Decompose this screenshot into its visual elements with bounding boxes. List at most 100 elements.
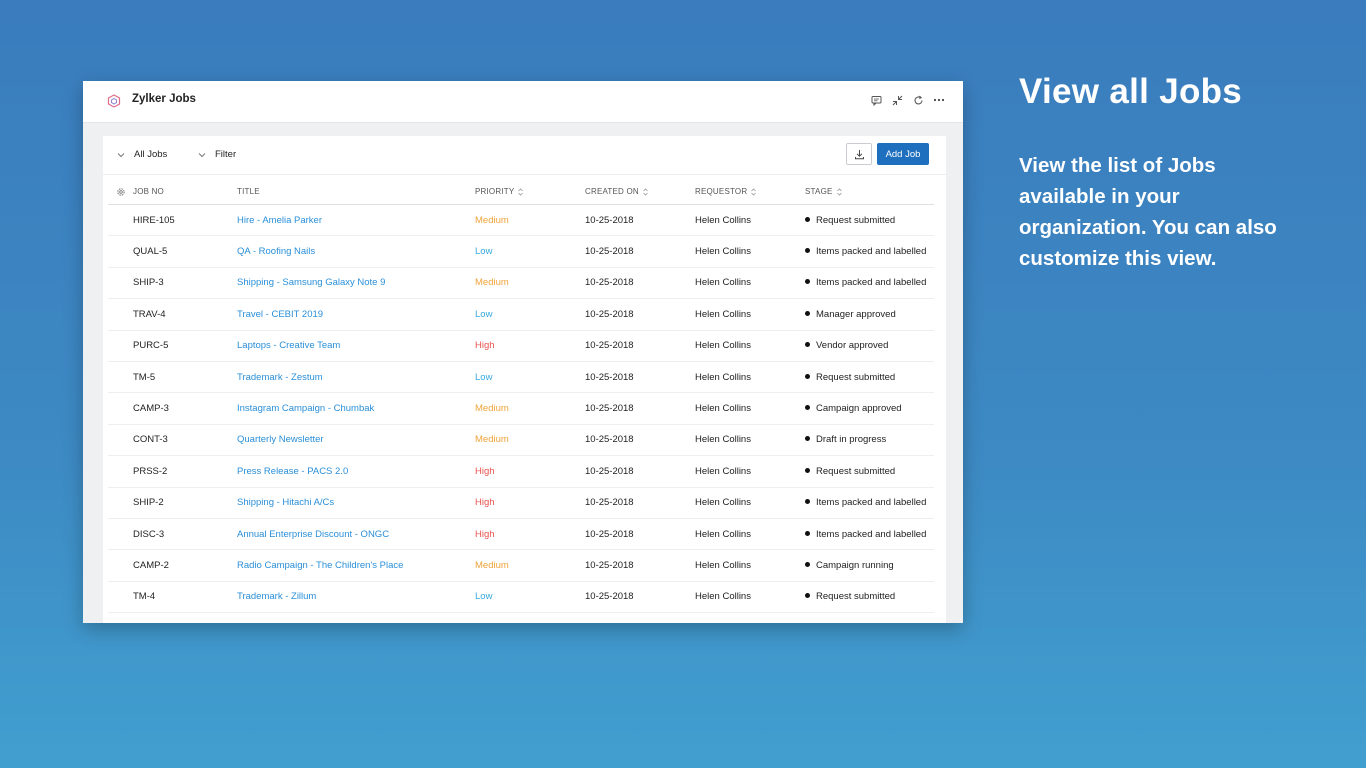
job-title-link[interactable]: Shipping - Hitachi A/Cs (237, 487, 475, 519)
stage-dot-icon (805, 467, 810, 473)
view-dropdown[interactable]: All Jobs (117, 149, 167, 160)
requestor-cell: Helen Collins (695, 581, 805, 614)
stage-cell: Campaign approved (805, 392, 934, 425)
job-title-link[interactable]: Quarterly Newsletter (237, 424, 475, 457)
table-row[interactable]: TM-5 Trademark - Zestum Low 10-25-2018 Helen… (108, 361, 934, 394)
priority-cell: High (475, 518, 585, 551)
header-requestor[interactable]: REQUESTOR (695, 179, 805, 205)
stage-label: Items packed and labelled (816, 497, 927, 509)
job-no-cell: CONT-3 (133, 424, 237, 457)
job-title-link[interactable]: Travel - CEBIT 2019 (237, 298, 475, 331)
download-button[interactable] (846, 143, 872, 165)
header-title[interactable]: TITLE (237, 179, 475, 205)
requestor-cell: Helen Collins (695, 361, 805, 394)
row-spacer (108, 330, 133, 362)
header-requestor-label: REQUESTOR (695, 187, 748, 196)
stage-label: Vendor approved (816, 340, 889, 352)
table-row[interactable]: CAMP-3 Instagram Campaign - Chumbak Medium… (108, 392, 934, 425)
stage-label: Request submitted (816, 591, 896, 603)
job-title-link[interactable]: Radio Campaign - The Children's Place (237, 549, 475, 582)
stage-cell: Request submitted (805, 361, 934, 394)
requestor-cell: Helen Collins (695, 235, 805, 268)
jobs-toolbar: All Jobs Filter Add Job (103, 136, 946, 175)
table-row[interactable]: SHIP-2 Shipping - Hitachi A/Cs High 10-25-2… (108, 487, 934, 519)
job-title-link[interactable]: Annual Enterprise Discount - ONGC (237, 518, 475, 551)
table-row[interactable]: DISC-3 Annual Enterprise Discount - ONGC H… (108, 518, 934, 551)
header-created-on[interactable]: CREATED ON (585, 179, 695, 205)
job-no-cell: PRSS-2 (133, 455, 237, 488)
stage-cell: Vendor approved (805, 330, 934, 362)
comment-icon[interactable] (870, 94, 882, 106)
job-title-link[interactable]: Instagram Campaign - Chumbak (237, 392, 475, 425)
priority-cell: Low (475, 361, 585, 394)
stage-dot-icon (805, 248, 810, 254)
stage-cell: Items packed and labelled (805, 518, 934, 551)
table-row[interactable]: TRAV-4 Travel - CEBIT 2019 Low 10-25-2018 He… (108, 298, 934, 331)
add-job-button[interactable]: Add Job (877, 143, 929, 165)
stage-dot-icon (805, 279, 810, 285)
job-title-link[interactable]: Trademark - Zillum (237, 581, 475, 614)
row-spacer (108, 424, 133, 457)
stage-dot-icon (805, 436, 810, 442)
stage-cell: Items packed and labelled (805, 267, 934, 300)
created-on-cell: 10-25-2018 (585, 549, 695, 582)
table-row[interactable]: CAMP-2 Radio Campaign - The Children's Pl… (108, 549, 934, 582)
filter-dropdown-label: Filter (215, 149, 237, 160)
table-row[interactable]: SHIP-3 Shipping - Samsung Galaxy Note 9 Me… (108, 267, 934, 300)
table-row[interactable]: QUAL-5 QA - Roofing Nails Low 10-25-2018 Hel… (108, 235, 934, 268)
requestor-cell: Helen Collins (695, 424, 805, 457)
filter-dropdown[interactable]: Filter (198, 149, 236, 160)
view-dropdown-label: All Jobs (134, 149, 168, 160)
stage-cell: Request submitted (805, 204, 934, 237)
sort-icon[interactable] (517, 188, 524, 196)
row-spacer (108, 549, 133, 582)
priority-cell: Low (475, 235, 585, 268)
stage-dot-icon (805, 499, 810, 505)
job-no-cell: TRAV-4 (133, 298, 237, 331)
row-spacer (108, 392, 133, 425)
job-title-link[interactable]: Laptops - Creative Team (237, 330, 475, 362)
requestor-cell: Helen Collins (695, 518, 805, 551)
table-row[interactable]: TM-4 Trademark - Zillum Low 10-25-2018 Helen… (108, 581, 934, 614)
job-title-link[interactable]: Press Release - PACS 2.0 (237, 455, 475, 488)
job-title-link[interactable]: QA - Roofing Nails (237, 235, 475, 268)
stage-cell: Campaign running (805, 549, 934, 582)
table-row[interactable]: CONT-3 Quarterly Newsletter Medium 10-25-20… (108, 424, 934, 457)
sort-icon[interactable] (836, 188, 843, 196)
job-title-link[interactable]: Hire - Amelia Parker (237, 204, 475, 237)
row-spacer (108, 455, 133, 488)
sort-icon[interactable] (642, 188, 649, 196)
job-no-cell: SHIP-3 (133, 267, 237, 300)
table-row[interactable]: PURC-5 Laptops - Creative Team High 10-25-2… (108, 330, 934, 362)
refresh-icon[interactable] (912, 94, 924, 106)
table-header-row: JOB NO TITLE PRIORITY CREATED ON REQUEST… (108, 179, 934, 205)
priority-cell: High (475, 330, 585, 362)
stage-cell: Request submitted (805, 581, 934, 614)
stage-cell: Request submitted (805, 455, 934, 488)
table-row[interactable]: HIRE-105 Hire - Amelia Parker Medium 10-25-… (108, 204, 934, 237)
header-priority[interactable]: PRIORITY (475, 179, 585, 205)
created-on-cell: 10-25-2018 (585, 235, 695, 268)
settings-icon[interactable] (116, 187, 126, 197)
table-row[interactable]: PRSS-2 Press Release - PACS 2.0 High 10-25-… (108, 455, 934, 488)
stage-label: Request submitted (816, 214, 896, 226)
priority-cell: Medium (475, 392, 585, 425)
stage-label: Request submitted (816, 371, 896, 383)
sort-icon[interactable] (750, 188, 757, 196)
column-settings[interactable] (108, 179, 133, 205)
row-spacer (108, 361, 133, 394)
header-job-no[interactable]: JOB NO (133, 179, 237, 205)
more-icon[interactable] (933, 94, 945, 106)
promo-text: View all Jobs View the list of Jobs avai… (1019, 72, 1339, 274)
job-title-link[interactable]: Shipping - Samsung Galaxy Note 9 (237, 267, 475, 300)
header-stage[interactable]: STAGE (805, 179, 934, 205)
collapse-icon[interactable] (891, 94, 903, 106)
row-spacer (108, 235, 133, 268)
created-on-cell: 10-25-2018 (585, 361, 695, 394)
header-priority-label: PRIORITY (475, 187, 515, 196)
header-stage-label: STAGE (805, 187, 833, 196)
stage-label: Request submitted (816, 465, 896, 477)
job-title-link[interactable]: Trademark - Zestum (237, 361, 475, 394)
requestor-cell: Helen Collins (695, 549, 805, 582)
header-created-on-label: CREATED ON (585, 187, 639, 196)
